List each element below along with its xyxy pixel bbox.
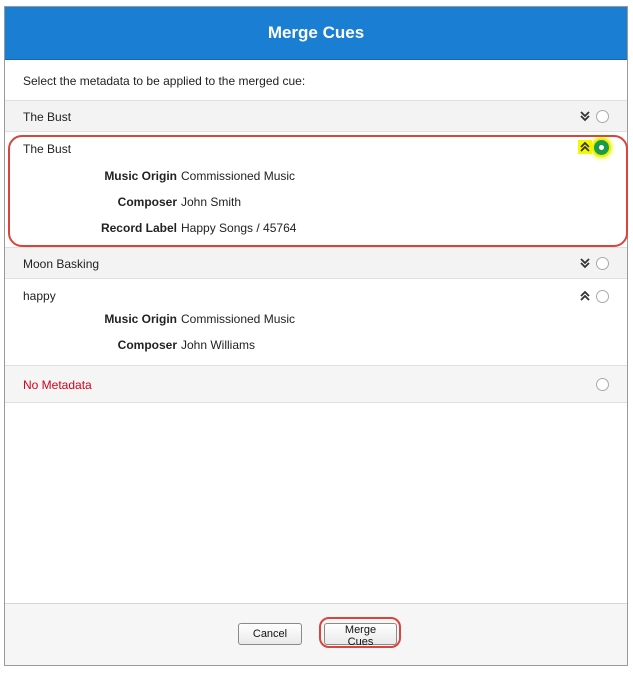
metadata-value: John Williams bbox=[181, 338, 256, 352]
cue-list: The Bust The Bust Music Origin Commissio… bbox=[5, 100, 627, 403]
metadata-row-record-label: Record Label Happy Songs / 45764 bbox=[5, 221, 627, 237]
metadata-row-composer: Composer John Smith bbox=[5, 195, 627, 211]
cue-select-radio[interactable] bbox=[596, 257, 609, 270]
metadata-label: Music Origin bbox=[104, 312, 177, 326]
double-chevron-up-icon[interactable] bbox=[578, 140, 592, 154]
metadata-label: Music Origin bbox=[104, 169, 177, 183]
cue-row-the-bust-expanded[interactable]: The Bust Music Origin Commissioned Music… bbox=[5, 132, 627, 248]
metadata-label: Composer bbox=[117, 195, 177, 209]
cancel-button[interactable]: Cancel bbox=[238, 623, 302, 645]
merge-cues-dialog: Merge Cues Select the metadata to be app… bbox=[4, 6, 628, 666]
cue-title: Moon Basking bbox=[23, 257, 100, 271]
double-chevron-down-icon[interactable] bbox=[578, 109, 592, 123]
merge-cues-button[interactable]: Merge Cues bbox=[324, 623, 397, 648]
cue-title: happy bbox=[23, 289, 56, 303]
instruction-text: Select the metadata to be applied to the… bbox=[23, 74, 306, 88]
cue-select-radio[interactable] bbox=[596, 110, 609, 123]
no-metadata-row[interactable]: No Metadata bbox=[5, 366, 627, 403]
metadata-label: Record Label bbox=[100, 221, 177, 235]
cue-title: The Bust bbox=[23, 110, 72, 124]
cue-row-happy[interactable]: happy Music Origin Commissioned Music Co… bbox=[5, 279, 627, 366]
dialog-footer: Cancel Merge Cues bbox=[5, 603, 627, 665]
metadata-label: Composer bbox=[117, 338, 177, 352]
cue-select-radio[interactable] bbox=[596, 290, 609, 303]
cue-select-radio-selected[interactable] bbox=[594, 140, 609, 155]
metadata-row-music-origin: Music Origin Commissioned Music bbox=[5, 312, 627, 328]
no-metadata-label: No Metadata bbox=[23, 378, 92, 392]
metadata-row-composer: Composer John Williams bbox=[5, 338, 627, 354]
metadata-row-music-origin: Music Origin Commissioned Music bbox=[5, 169, 627, 185]
cue-title: The Bust bbox=[23, 142, 72, 156]
metadata-value: Commissioned Music bbox=[181, 169, 296, 183]
cue-row-the-bust-collapsed[interactable]: The Bust bbox=[5, 101, 627, 132]
cue-row-moon-basking[interactable]: Moon Basking bbox=[5, 248, 627, 279]
dialog-title: Merge Cues bbox=[5, 7, 627, 60]
double-chevron-up-icon[interactable] bbox=[578, 289, 592, 303]
metadata-value: Happy Songs / 45764 bbox=[181, 221, 297, 235]
double-chevron-down-icon[interactable] bbox=[578, 256, 592, 270]
metadata-value: Commissioned Music bbox=[181, 312, 296, 326]
no-metadata-radio[interactable] bbox=[596, 378, 609, 391]
metadata-value: John Smith bbox=[181, 195, 242, 209]
